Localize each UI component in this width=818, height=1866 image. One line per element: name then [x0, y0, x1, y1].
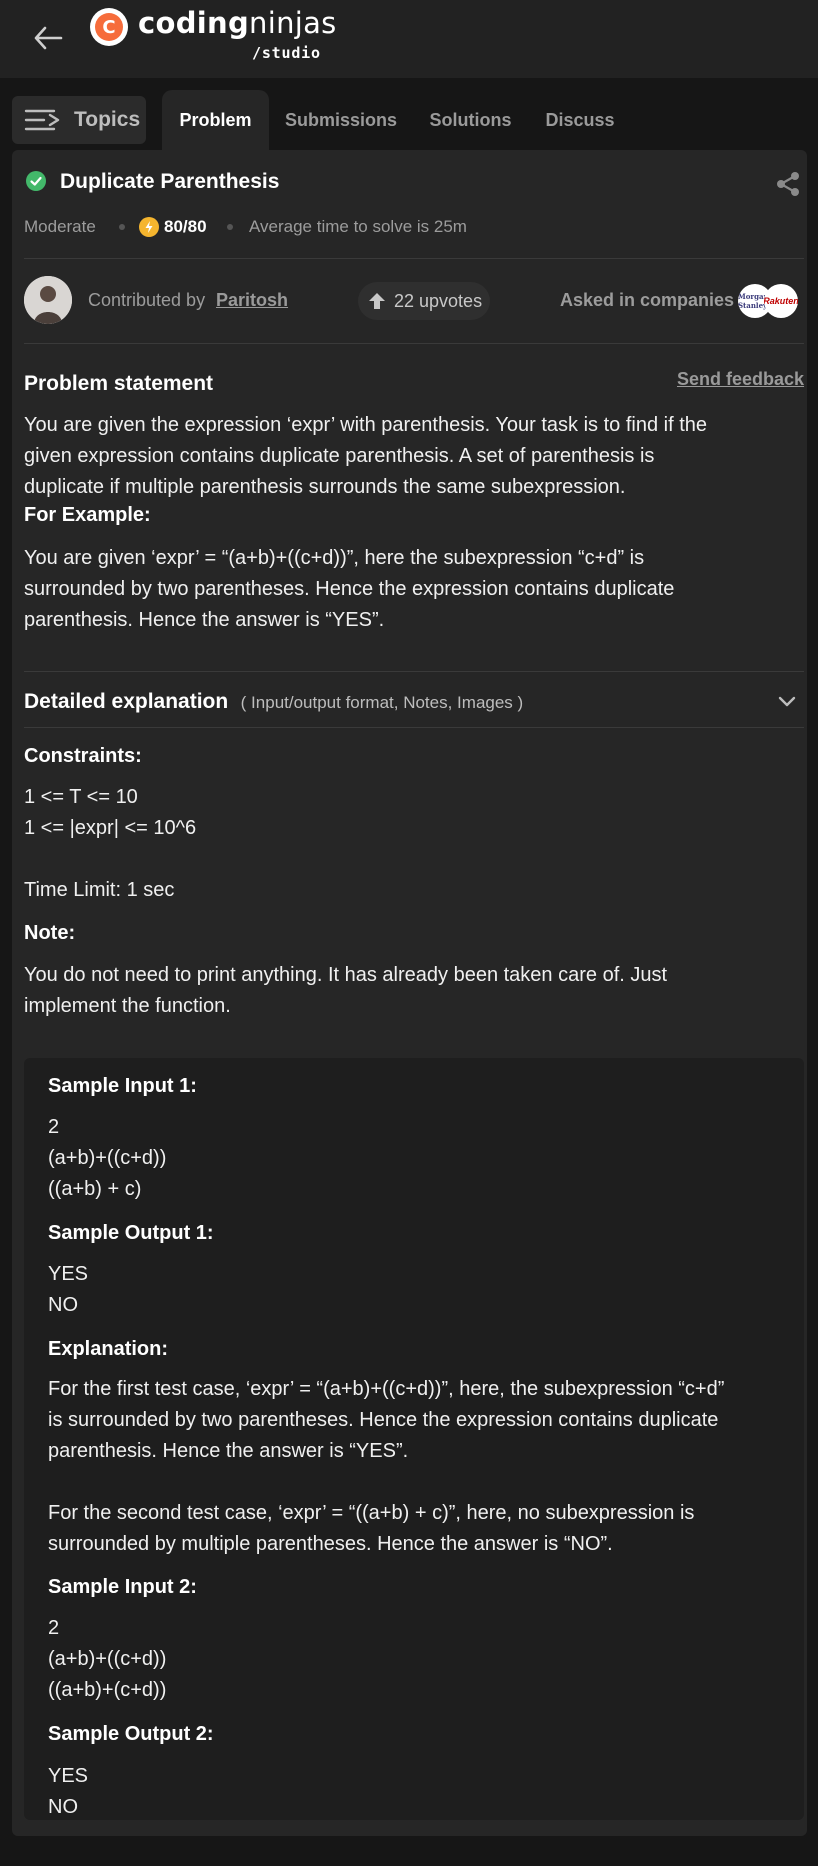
statement-line: given expression contains duplicate pare… [24, 445, 655, 467]
tab-solutions[interactable]: Solutions [418, 90, 523, 150]
constraints-heading: Constraints: [24, 745, 142, 767]
constraint-line: 1 <= |expr| <= 10^6 [24, 817, 197, 839]
sample-output-1-heading: Sample Output 1: [48, 1222, 214, 1244]
score-value: 80/80 [164, 217, 207, 236]
meta-separator [119, 224, 125, 230]
sample-line: 2 [48, 1617, 60, 1639]
solved-check-icon [26, 171, 46, 196]
sample-output-2-heading: Sample Output 2: [48, 1723, 214, 1745]
explanation-2: For the second test case, ‘expr’ = “((a+… [48, 1498, 798, 1560]
problem-tabs: Topics Problem Submissions Solutions Dis… [0, 90, 818, 150]
time-limit: Time Limit: 1 sec [24, 879, 175, 901]
detailed-heading: Detailed explanation [24, 690, 229, 713]
sample-line: NO [48, 1796, 78, 1818]
note-line: You do not need to print anything. It ha… [24, 964, 668, 986]
divider [24, 671, 804, 672]
problem-title: Duplicate Parenthesis [60, 170, 280, 193]
arrow-up-icon [369, 293, 385, 309]
explanation-line: For the first test case, ‘expr’ = “(a+b)… [48, 1378, 725, 1400]
meta-separator [227, 224, 233, 230]
share-icon[interactable] [774, 170, 802, 203]
explanation-heading: Explanation: [48, 1338, 169, 1360]
app-header: C codingninjas /studio [0, 0, 818, 78]
sample-input-2: 2 (a+b)+((c+d)) ((a+b)+(c+d)) [48, 1613, 166, 1706]
constraint-line: 1 <= T <= 10 [24, 786, 138, 808]
example-text: You are given ‘expr’ = “(a+b)+((c+d))”, … [24, 543, 804, 636]
note-text: You do not need to print anything. It ha… [24, 960, 804, 1022]
difficulty-label: Moderate [24, 217, 96, 236]
back-arrow-icon[interactable] [28, 18, 68, 58]
tab-problem[interactable]: Problem [162, 90, 269, 150]
explanation-line: For the second test case, ‘expr’ = “((a+… [48, 1502, 695, 1524]
explanation-1: For the first test case, ‘expr’ = “(a+b)… [48, 1374, 798, 1467]
explanation-line: surrounded by multiple parentheses. Henc… [48, 1533, 613, 1555]
company-name: Rakuten [764, 296, 798, 306]
sample-output-2: YES NO [48, 1761, 88, 1823]
logo-mark: C [95, 13, 123, 41]
example-heading: For Example: [24, 504, 151, 526]
contributor-link[interactable]: Paritosh [216, 290, 288, 311]
menu-icon [24, 109, 60, 131]
logo-studio-text: /studio [252, 44, 321, 62]
divider [24, 727, 804, 728]
score-icon [139, 217, 159, 242]
sample-line: YES [48, 1263, 89, 1285]
divider [24, 343, 804, 344]
statement-line: duplicate if multiple parenthesis surrou… [24, 476, 626, 498]
note-line: implement the function. [24, 995, 231, 1017]
divider [24, 258, 804, 259]
sample-line: ((a+b) + c) [48, 1178, 142, 1200]
sample-line: NO [48, 1294, 78, 1316]
constraints-list: 1 <= T <= 10 1 <= |expr| <= 10^6 [24, 782, 196, 844]
sample-line: ((a+b)+(c+d)) [48, 1679, 167, 1701]
problem-statement-heading: Problem statement [24, 372, 214, 395]
coding-ninjas-logo-icon[interactable]: C [90, 8, 128, 46]
explanation-line: is surrounded by two parentheses. Hence … [48, 1409, 719, 1431]
detailed-explanation-toggle[interactable]: Detailed explanation ( Input/output form… [24, 690, 804, 720]
example-line: parenthesis. Hence the answer is “YES”. [24, 609, 385, 631]
logo-ninjas-text: ninjas [249, 6, 337, 40]
send-feedback-link[interactable]: Send feedback [677, 369, 804, 390]
example-line: surrounded by two parentheses. Hence the… [24, 578, 675, 600]
tab-discuss[interactable]: Discuss [534, 90, 626, 150]
average-time: Average time to solve is 25m [249, 217, 467, 236]
sample-line: 2 [48, 1116, 60, 1138]
explanation-line: parenthesis. Hence the answer is “YES”. [48, 1440, 409, 1462]
note-heading: Note: [24, 922, 76, 944]
logo-wordmark: codingninjas [138, 6, 337, 40]
example-line: You are given ‘expr’ = “(a+b)+((c+d))”, … [24, 547, 645, 569]
company-logo-rakuten[interactable]: Rakuten [764, 284, 798, 318]
sample-output-1: YES NO [48, 1259, 88, 1321]
statement-line: You are given the expression ‘expr’ with… [24, 414, 707, 436]
contributor-avatar [24, 276, 72, 324]
person-icon [24, 276, 72, 324]
topics-button[interactable]: Topics [12, 96, 146, 144]
topics-label: Topics [74, 108, 141, 131]
logo-coding-text: coding [138, 6, 250, 40]
detailed-subheading: ( Input/output format, Notes, Images ) [240, 693, 524, 712]
contributed-by-label: Contributed by [88, 290, 206, 310]
sample-line: (a+b)+((c+d)) [48, 1648, 167, 1670]
tab-submissions[interactable]: Submissions [276, 90, 406, 150]
sample-input-1: 2 (a+b)+((c+d)) ((a+b) + c) [48, 1112, 166, 1205]
statement-text: You are given the expression ‘expr’ with… [24, 410, 804, 503]
sample-line: YES [48, 1765, 89, 1787]
chevron-down-icon [778, 696, 796, 707]
sample-input-2-heading: Sample Input 2: [48, 1576, 197, 1598]
upvote-count: 22 upvotes [394, 290, 483, 311]
asked-in-companies-label: Asked in companies [560, 290, 735, 310]
sample-line: (a+b)+((c+d)) [48, 1147, 167, 1169]
upvote-button[interactable]: 22 upvotes [358, 282, 490, 320]
sample-input-1-heading: Sample Input 1: [48, 1075, 197, 1097]
